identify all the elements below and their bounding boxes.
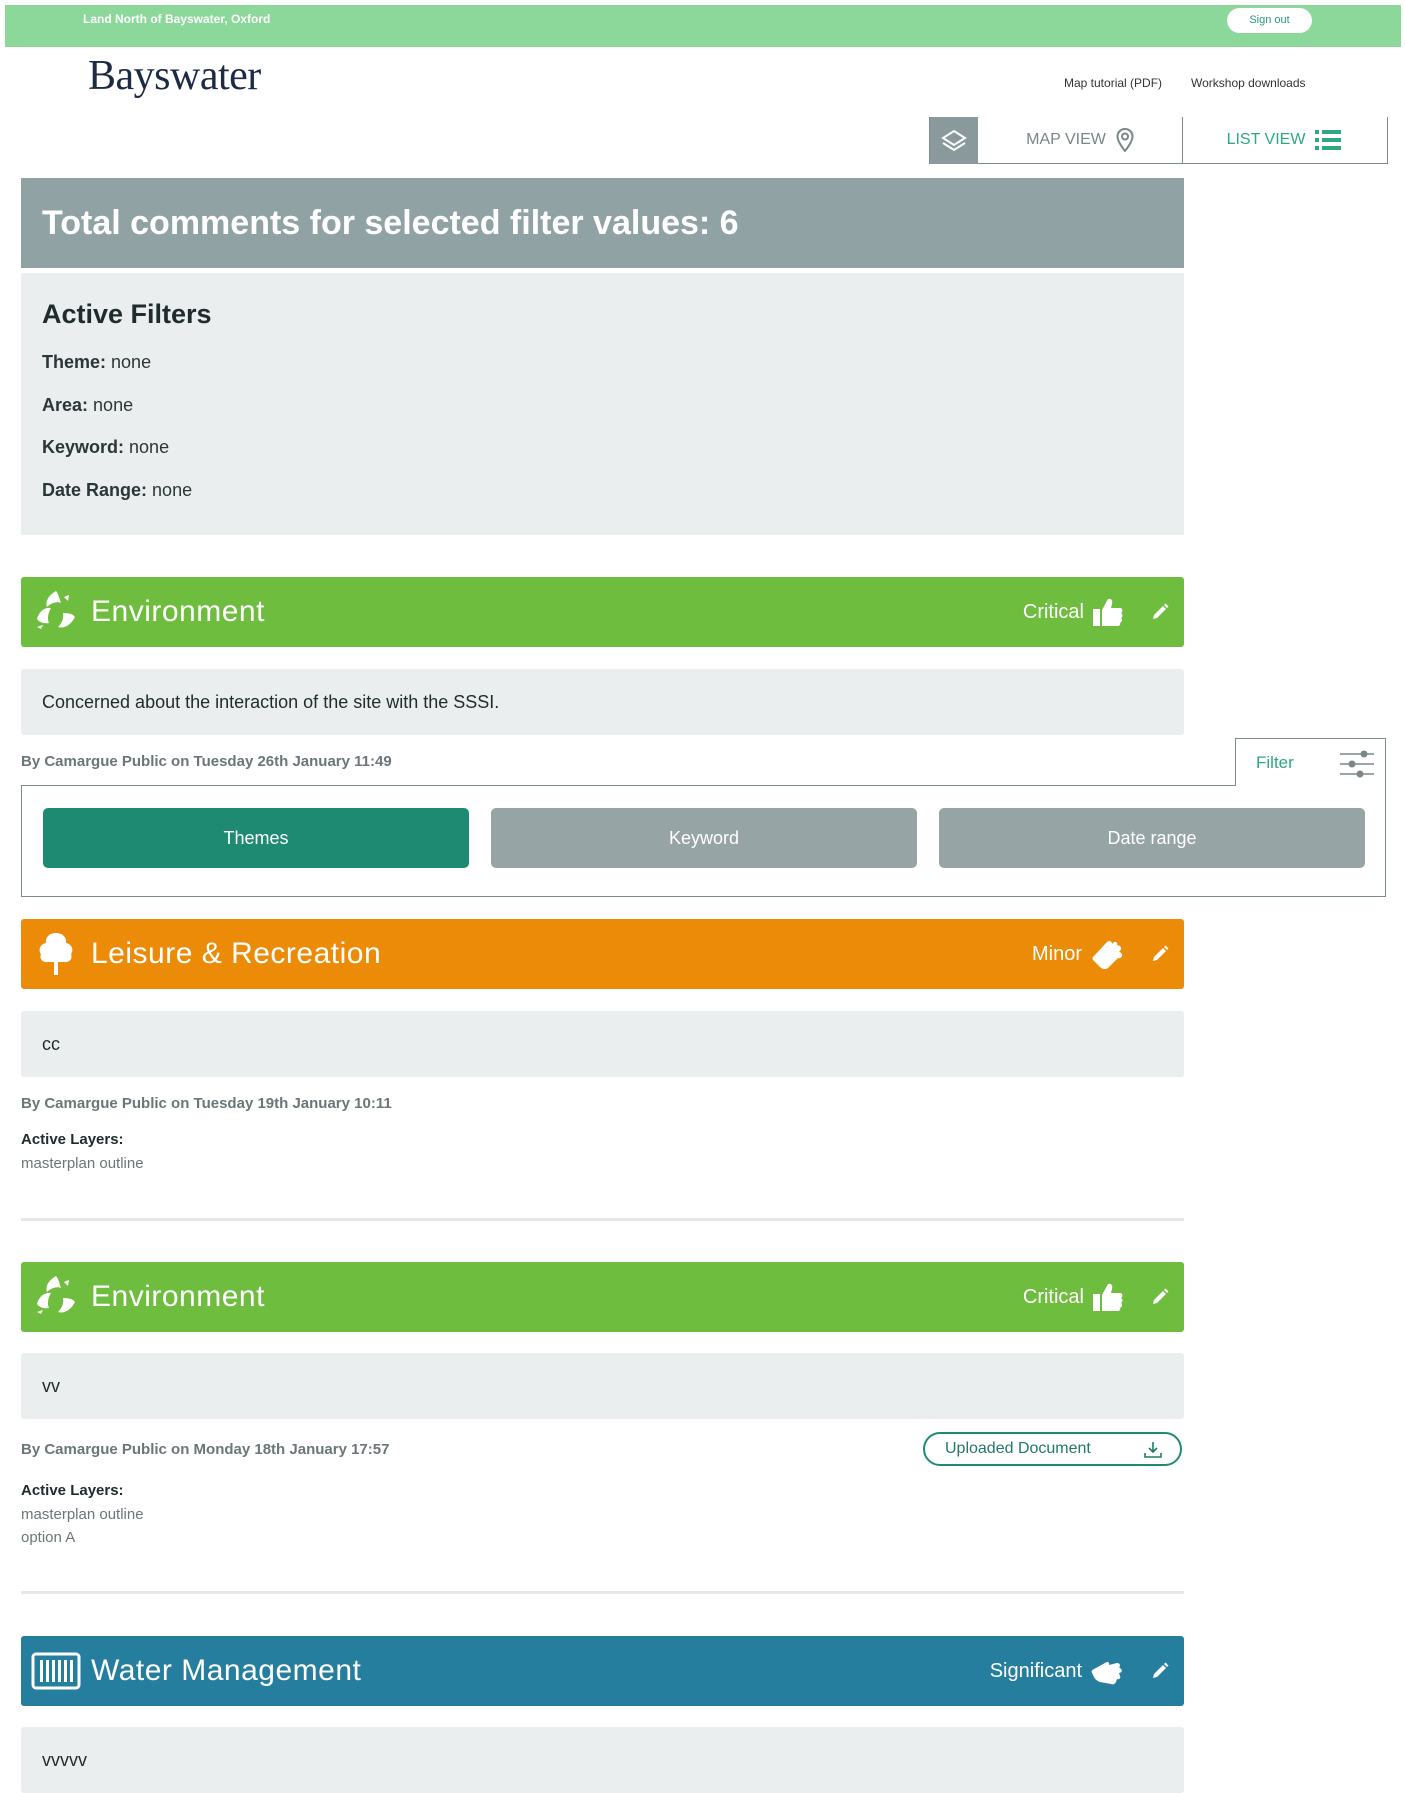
uploaded-document-label: Uploaded Document — [945, 1440, 1091, 1457]
workshop-downloads-link[interactable]: Workshop downloads — [1191, 76, 1306, 90]
filter-keyword: Keyword: none — [42, 437, 170, 457]
layers-icon — [941, 129, 967, 151]
map-tutorial-link[interactable]: Map tutorial (PDF) — [1064, 76, 1162, 90]
hand-tilted-icon — [1091, 1661, 1122, 1685]
filter-theme: Theme: none — [42, 352, 152, 372]
hand-tilted-icon — [1092, 940, 1123, 970]
sign-out-button[interactable]: Sign out — [1227, 8, 1312, 33]
layers-button[interactable] — [930, 117, 978, 164]
active-layer-item: masterplan outline — [21, 1155, 144, 1172]
recycle-leaf-icon — [37, 1276, 75, 1314]
tree-icon — [39, 933, 73, 975]
download-icon — [1144, 1442, 1162, 1458]
theme-name: Water Management — [91, 1654, 362, 1687]
comment-theme-bar: Environment Critical — [21, 1262, 1184, 1332]
severity-label: Critical — [1022, 1286, 1084, 1308]
logo[interactable]: Bayswater — [88, 52, 261, 100]
comment-theme-bar: Environment Critical — [21, 577, 1184, 647]
grate-icon — [31, 1652, 81, 1690]
comment-divider — [21, 1218, 1184, 1221]
map-pin-icon — [1116, 128, 1134, 152]
thumbs-up-icon — [1093, 1283, 1123, 1311]
severity: Critical — [1023, 1262, 1124, 1332]
map-view-tab[interactable]: MAP VIEW — [978, 117, 1183, 163]
active-filters-panel: Active Filters Theme: none Area: none Ke… — [21, 273, 1184, 535]
list-view-tab[interactable]: LIST VIEW — [1182, 117, 1386, 163]
list-view-label: LIST VIEW — [1226, 131, 1306, 148]
severity: Critical — [1023, 577, 1124, 647]
uploaded-document-button[interactable]: Uploaded Document — [923, 1432, 1182, 1466]
active-layer-item: masterplan outline — [21, 1506, 144, 1523]
date-range-filter-button[interactable]: Date range — [939, 808, 1365, 868]
sliders-icon — [1340, 750, 1374, 778]
theme-name: Environment — [91, 595, 265, 628]
active-layers-label: Active Layers: — [21, 1131, 124, 1148]
themes-filter-button[interactable]: Themes — [43, 808, 469, 868]
total-comments-banner: Total comments for selected filter value… — [21, 178, 1184, 268]
thumbs-up-icon — [1093, 598, 1123, 626]
severity: Significant — [990, 1636, 1124, 1706]
recycle-leaf-icon — [37, 591, 75, 629]
severity-label: Minor — [1031, 943, 1082, 965]
edit-icon[interactable] — [1150, 944, 1170, 964]
theme-name: Leisure & Recreation — [91, 937, 382, 970]
comment-divider — [21, 1591, 1184, 1594]
filter-tab[interactable]: Filter — [1235, 738, 1386, 786]
comment-theme-bar: Leisure & Recreation Minor — [21, 919, 1184, 989]
active-filters-title: Active Filters — [42, 299, 212, 329]
filter-tab-label: Filter — [1256, 753, 1294, 772]
edit-icon[interactable] — [1150, 602, 1170, 622]
map-view-label: MAP VIEW — [1026, 131, 1106, 148]
site-title: Land North of Bayswater, Oxford — [83, 12, 271, 26]
comment-byline: By Camargue Public on Monday 18th Januar… — [21, 1441, 390, 1458]
filter-area: Area: none — [42, 395, 134, 415]
comment-byline: By Camargue Public on Tuesday 26th Janua… — [21, 753, 392, 770]
view-toggle: MAP VIEW LIST VIEW — [929, 117, 1388, 164]
comment-text: vvvvv — [21, 1727, 1184, 1793]
severity-label: Critical — [1022, 601, 1084, 623]
keyword-filter-button[interactable]: Keyword — [491, 808, 917, 868]
severity-label: Significant — [989, 1660, 1082, 1682]
comment-byline: By Camargue Public on Tuesday 19th Janua… — [21, 1095, 392, 1112]
comment-text: cc — [21, 1011, 1184, 1077]
active-layers-label: Active Layers: — [21, 1482, 124, 1499]
comment-theme-bar: Water Management Significant — [21, 1636, 1184, 1706]
filter-tab-join — [1236, 784, 1385, 787]
theme-name: Environment — [91, 1280, 265, 1313]
filter-panel: Themes Keyword Date range — [21, 785, 1386, 897]
severity: Minor — [1032, 919, 1124, 989]
edit-icon[interactable] — [1150, 1287, 1170, 1307]
list-icon — [1315, 130, 1342, 150]
edit-icon[interactable] — [1150, 1661, 1170, 1681]
active-layer-item: option A — [21, 1529, 76, 1546]
comment-text: Concerned about the interaction of the s… — [21, 669, 1184, 735]
comment-text: vv — [21, 1353, 1184, 1419]
filter-date-range: Date Range: none — [42, 480, 193, 500]
